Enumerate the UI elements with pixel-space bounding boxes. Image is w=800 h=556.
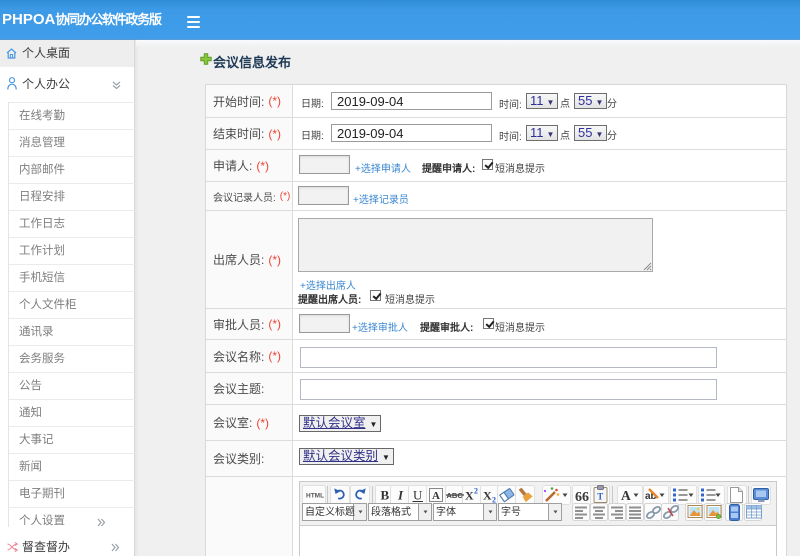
svg-text:66: 66 xyxy=(575,490,589,505)
svg-text:字体: 字体 xyxy=(436,505,456,518)
svg-text:B: B xyxy=(381,488,390,503)
svg-text:A: A xyxy=(621,488,631,503)
svg-text:X: X xyxy=(483,489,492,503)
svg-text:X: X xyxy=(465,489,474,503)
svg-text:HTML: HTML xyxy=(306,493,324,500)
svg-text:T: T xyxy=(597,492,603,502)
svg-text:2: 2 xyxy=(474,487,478,496)
svg-text:段落格式: 段落格式 xyxy=(371,505,411,518)
svg-text:字号: 字号 xyxy=(501,505,521,518)
svg-text:自定义标题: 自定义标题 xyxy=(305,505,355,518)
svg-text:U: U xyxy=(413,488,423,503)
svg-text:A: A xyxy=(432,490,440,502)
svg-text:I: I xyxy=(397,488,404,503)
